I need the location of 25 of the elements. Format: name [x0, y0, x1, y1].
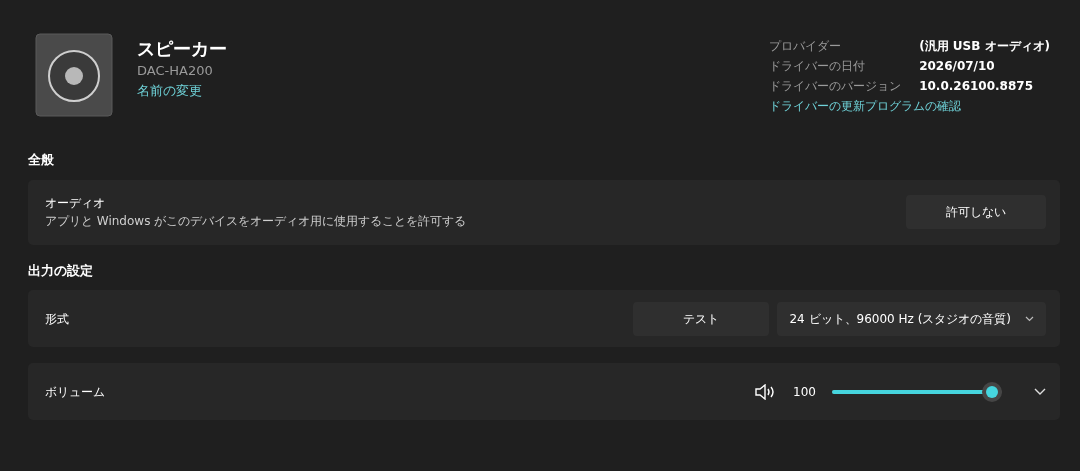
info-value: 2026/07/10: [919, 59, 995, 73]
info-label: ドライバーの日付: [769, 58, 867, 75]
format-dropdown[interactable]: 24 ビット、96000 Hz (スタジオの音質): [777, 301, 1046, 336]
deny-button[interactable]: 許可しない: [906, 195, 1046, 229]
setting-title: 形式: [45, 310, 69, 328]
driver-update-link[interactable]: ドライバーの更新プログラムの確認: [769, 96, 962, 116]
rename-link[interactable]: 名前の変更: [137, 80, 227, 100]
info-value: 10.0.26100.8875: [919, 79, 1033, 93]
setting-title: ボリューム: [45, 383, 105, 401]
volume-reading: 100: [793, 383, 816, 401]
chevron-down-icon: [1025, 315, 1034, 322]
info-value: (汎用 USB オーディオ): [919, 39, 1050, 53]
test-button[interactable]: テスト: [633, 301, 770, 336]
slider-thumb[interactable]: [982, 381, 1002, 402]
section-heading: 全般: [28, 151, 55, 169]
info-label: プロバイダー: [769, 38, 843, 55]
info-label: ドライバーのバージョン: [769, 78, 903, 95]
chevron-down-icon[interactable]: [1034, 387, 1046, 396]
speaker-icon: [35, 33, 113, 117]
setting-description: アプリと Windows がこのデバイスをオーディオ用に使用することを許可する: [45, 213, 467, 230]
volume-slider[interactable]: [832, 381, 1002, 402]
device-title: スピーカー: [137, 37, 227, 61]
device-model: DAC-HA200: [137, 62, 214, 80]
section-heading: 出力の設定: [28, 261, 94, 280]
setting-title: オーディオ: [45, 195, 106, 212]
